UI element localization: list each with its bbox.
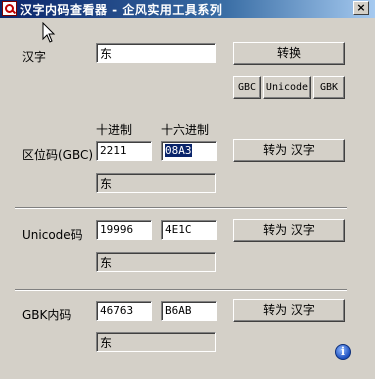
hanzi-input[interactable]: 东 — [96, 43, 216, 63]
gbc-button[interactable]: GBC — [233, 76, 261, 99]
separator — [15, 207, 347, 209]
gbk-label: GBK内码 — [22, 308, 72, 322]
quwei-result-field: 东 — [96, 173, 216, 193]
quwei-hex-input[interactable]: 08A3 — [161, 141, 217, 161]
close-button[interactable]: × — [353, 1, 369, 15]
search-magnifier-icon — [2, 1, 17, 16]
unicode-to-hanzi-button[interactable]: 转为 汉字 — [233, 219, 345, 242]
decimal-header: 十进制 — [96, 123, 133, 137]
quwei-label: 区位码(GBC) — [22, 148, 94, 162]
mouse-cursor-icon — [42, 22, 56, 43]
unicode-result-field: 东 — [96, 252, 216, 272]
hex-header: 十六进制 — [161, 123, 210, 137]
hanzi-label: 汉字 — [22, 50, 47, 64]
unicode-button[interactable]: Unicode — [263, 76, 311, 99]
quwei-decimal-input[interactable]: 2211 — [96, 141, 152, 161]
title-bar[interactable]: 汉字内码查看器 - 企风实用工具系列 × — [0, 0, 375, 18]
window-title: 汉字内码查看器 - 企风实用工具系列 — [20, 3, 223, 17]
separator — [15, 289, 347, 291]
quwei-to-hanzi-button[interactable]: 转为 汉字 — [233, 139, 345, 162]
unicode-label: Unicode码 — [22, 228, 83, 242]
unicode-decimal-input[interactable]: 19996 — [96, 220, 152, 240]
quwei-hex-selected-text: 08A3 — [165, 144, 192, 157]
gbk-decimal-input[interactable]: 46763 — [96, 301, 152, 321]
convert-button[interactable]: 转换 — [233, 42, 345, 65]
gbk-result-field: 东 — [96, 332, 216, 352]
gbk-button[interactable]: GBK — [313, 76, 345, 99]
info-icon[interactable]: i — [335, 344, 351, 360]
gbk-hex-input[interactable]: B6AB — [161, 301, 217, 321]
gbk-to-hanzi-button[interactable]: 转为 汉字 — [233, 299, 345, 322]
app-window: 汉字内码查看器 - 企风实用工具系列 × 汉字 东 转换 GBC Unicode… — [0, 0, 375, 379]
unicode-hex-input[interactable]: 4E1C — [161, 220, 217, 240]
